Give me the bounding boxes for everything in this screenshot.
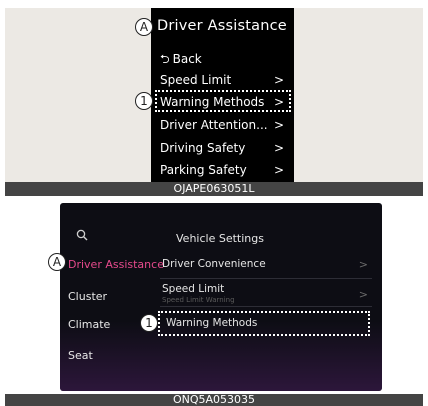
menu-item-label: Driver Attention... <box>160 118 268 132</box>
menu-item-label: Back <box>172 52 202 66</box>
page-title: Driver Assistance <box>157 18 287 34</box>
menu-item-driver-attention[interactable]: Driver Attention... > <box>160 118 288 132</box>
chevron-right-icon: > <box>273 73 284 87</box>
menu-item-label: Warning Methods <box>160 95 265 109</box>
figure-caption: OJAPE063051L <box>5 182 423 196</box>
sidebar-item-climate[interactable]: Climate <box>68 318 110 331</box>
row-label: Warning Methods <box>166 317 258 329</box>
menu-item-speed-limit[interactable]: Speed Limit > <box>160 73 288 87</box>
row-divider <box>160 306 372 307</box>
row-sublabel: Speed Limit Warning <box>162 296 235 304</box>
callout-1: 1 <box>135 92 153 110</box>
sidebar-item-driver-assistance[interactable]: Driver Assistance <box>68 258 164 271</box>
row-label: Driver Convenience <box>162 258 266 270</box>
back-arrow-icon: ⮌ <box>160 52 170 66</box>
menu-item-label: Driving Safety <box>160 141 246 155</box>
menu-item-driving-safety[interactable]: Driving Safety > <box>160 141 288 155</box>
sidebar-item-cluster[interactable]: Cluster <box>68 290 107 303</box>
menu-item-label: Speed Limit <box>160 73 232 87</box>
menu-item-label: Parking Safety <box>160 163 247 177</box>
settings-row-driver-convenience[interactable]: Driver Convenience > <box>160 258 372 286</box>
figure-caption: ONQ5A053035 <box>5 394 423 406</box>
menu-item-back[interactable]: ⮌ Back <box>160 50 288 71</box>
chevron-right-icon: > <box>273 118 284 132</box>
menu-item-parking-safety[interactable]: Parking Safety > <box>160 163 288 177</box>
search-icon[interactable] <box>76 229 88 245</box>
settings-title: Vehicle Settings <box>176 232 264 245</box>
settings-row-warning-methods[interactable]: Warning Methods <box>160 317 372 345</box>
chevron-right-icon: > <box>273 95 284 109</box>
chevron-right-icon: > <box>273 141 284 155</box>
callout-a: A <box>48 253 66 271</box>
chevron-right-icon: > <box>358 258 368 271</box>
sidebar-item-seat[interactable]: Seat <box>68 349 93 362</box>
callout-a: A <box>135 18 153 36</box>
row-label: Speed Limit <box>162 283 225 295</box>
row-divider <box>160 278 372 279</box>
callout-1: 1 <box>140 314 158 332</box>
menu-item-warning-methods[interactable]: Warning Methods > <box>160 95 288 109</box>
chevron-right-icon: > <box>273 163 284 177</box>
chevron-right-icon: > <box>358 288 368 301</box>
